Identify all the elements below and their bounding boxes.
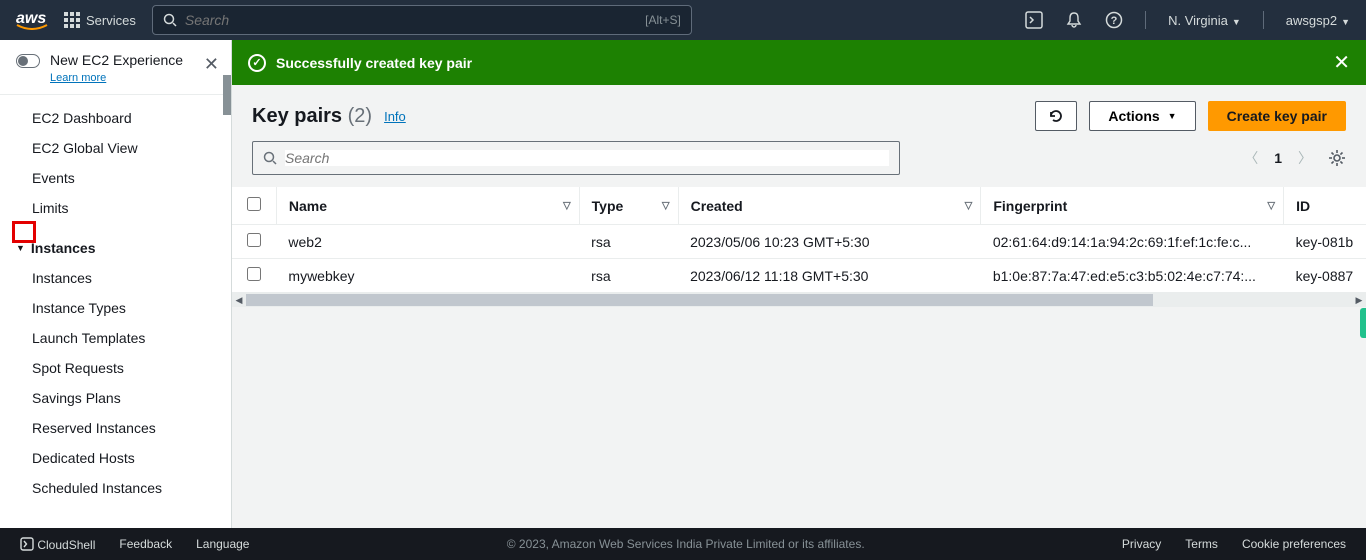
sidebar-item-limits[interactable]: Limits xyxy=(0,193,231,223)
page-title: Key pairs (2) xyxy=(252,105,372,128)
cell-type: rsa xyxy=(579,259,678,293)
drawer-handle[interactable] xyxy=(1360,308,1366,338)
sidebar-item-reserved-instances[interactable]: Reserved Instances xyxy=(0,413,231,443)
sidebar-item-instance-types[interactable]: Instance Types xyxy=(0,293,231,323)
col-header-fingerprint[interactable]: Fingerprint xyxy=(993,198,1067,214)
pagination: 〈 1 〉 xyxy=(1244,148,1346,168)
top-navigation: aws Services [Alt+S] ? N. Virginia▼ awsg… xyxy=(0,0,1366,40)
sidebar-item-instances[interactable]: Instances xyxy=(0,263,231,293)
col-header-name[interactable]: Name xyxy=(289,198,327,214)
cell-id: key-081b xyxy=(1284,225,1366,259)
row-checkbox[interactable] xyxy=(247,233,261,247)
sidebar-item-dashboard[interactable]: EC2 Dashboard xyxy=(0,103,231,133)
learn-more-link[interactable]: Learn more xyxy=(50,72,106,84)
region-selector[interactable]: N. Virginia▼ xyxy=(1168,13,1241,28)
copyright: © 2023, Amazon Web Services India Privat… xyxy=(507,537,865,551)
create-key-pair-button[interactable]: Create key pair xyxy=(1208,101,1346,131)
cell-name: mywebkey xyxy=(276,259,579,293)
sidebar-item-events[interactable]: Events xyxy=(0,163,231,193)
services-label: Services xyxy=(86,13,136,28)
terms-link[interactable]: Terms xyxy=(1185,537,1218,551)
table-filter[interactable] xyxy=(252,141,900,175)
sidebar: New EC2 Experience Learn more ✕ EC2 Dash… xyxy=(0,40,232,528)
sidebar-scrollbar-thumb[interactable] xyxy=(223,75,231,115)
settings-icon[interactable] xyxy=(1328,149,1346,167)
cloudshell-link[interactable]: CloudShell xyxy=(20,537,95,552)
prev-page-icon[interactable]: 〈 xyxy=(1244,148,1258,168)
close-icon[interactable]: ✕ xyxy=(204,54,219,75)
col-header-type[interactable]: Type xyxy=(592,198,624,214)
sidebar-item-scheduled-instances[interactable]: Scheduled Instances xyxy=(0,473,231,503)
refresh-button[interactable] xyxy=(1035,101,1077,131)
new-experience-toggle[interactable] xyxy=(16,54,40,68)
aws-logo[interactable]: aws xyxy=(16,10,48,30)
search-shortcut-hint: [Alt+S] xyxy=(645,13,681,27)
search-icon xyxy=(263,151,277,165)
row-checkbox[interactable] xyxy=(247,267,261,281)
feedback-link[interactable]: Feedback xyxy=(119,537,172,551)
success-banner: ✓ Successfully created key pair ✕ xyxy=(232,40,1366,85)
col-header-id[interactable]: ID xyxy=(1296,198,1310,214)
sort-icon[interactable]: ▽ xyxy=(1267,200,1275,211)
sidebar-item-savings-plans[interactable]: Savings Plans xyxy=(0,383,231,413)
account-menu[interactable]: awsgsp2▼ xyxy=(1286,13,1350,28)
sidebar-item-launch-templates[interactable]: Launch Templates xyxy=(0,323,231,353)
banner-close-icon[interactable]: ✕ xyxy=(1333,50,1350,75)
sort-icon[interactable]: ▽ xyxy=(563,200,571,211)
banner-text: Successfully created key pair xyxy=(276,55,472,71)
table-row[interactable]: web2 rsa 2023/05/06 10:23 GMT+5:30 02:61… xyxy=(232,225,1366,259)
cell-fingerprint: 02:61:64:d9:14:1a:94:2c:69:1f:ef:1c:fe:c… xyxy=(981,225,1284,259)
key-pairs-table: Name ▽ Type ▽ Created ▽ Fingerprint ▽ ID web… xyxy=(232,187,1366,293)
sidebar-item-spot-requests[interactable]: Spot Requests xyxy=(0,353,231,383)
cloudshell-icon[interactable] xyxy=(1025,11,1043,29)
help-icon[interactable]: ? xyxy=(1105,11,1123,29)
cell-name: web2 xyxy=(276,225,579,259)
svg-text:?: ? xyxy=(1111,15,1118,27)
cookies-link[interactable]: Cookie preferences xyxy=(1242,537,1346,551)
privacy-link[interactable]: Privacy xyxy=(1122,537,1161,551)
cloudshell-icon xyxy=(20,537,34,551)
new-experience-label: New EC2 Experience xyxy=(50,52,183,68)
scrollbar-thumb[interactable] xyxy=(246,294,1153,306)
global-search-input[interactable] xyxy=(185,12,637,28)
table-filter-input[interactable] xyxy=(285,150,889,166)
sidebar-item-dedicated-hosts[interactable]: Dedicated Hosts xyxy=(0,443,231,473)
next-page-icon[interactable]: 〉 xyxy=(1298,148,1312,168)
cell-created: 2023/06/12 11:18 GMT+5:30 xyxy=(678,259,981,293)
col-header-created[interactable]: Created xyxy=(691,198,743,214)
cell-fingerprint: b1:0e:87:7a:47:ed:e5:c3:b5:02:4e:c7:74:.… xyxy=(981,259,1284,293)
sort-icon[interactable]: ▽ xyxy=(965,200,973,211)
sidebar-item-global-view[interactable]: EC2 Global View xyxy=(0,133,231,163)
cell-type: rsa xyxy=(579,225,678,259)
cell-created: 2023/05/06 10:23 GMT+5:30 xyxy=(678,225,981,259)
services-menu[interactable]: Services xyxy=(64,12,136,28)
notifications-icon[interactable] xyxy=(1065,11,1083,29)
info-link[interactable]: Info xyxy=(384,109,406,124)
select-all-checkbox[interactable] xyxy=(247,197,261,211)
footer: CloudShell Feedback Language © 2023, Ama… xyxy=(0,528,1366,560)
actions-button[interactable]: Actions▼ xyxy=(1089,101,1195,131)
cell-id: key-0887 xyxy=(1284,259,1366,293)
search-icon xyxy=(163,13,177,27)
language-link[interactable]: Language xyxy=(196,537,249,551)
grid-icon xyxy=(64,12,80,28)
page-number: 1 xyxy=(1274,150,1282,166)
global-search[interactable]: [Alt+S] xyxy=(152,5,692,35)
sort-icon[interactable]: ▽ xyxy=(662,200,670,211)
refresh-icon xyxy=(1048,108,1064,124)
horizontal-scrollbar[interactable]: ◀ ▶ xyxy=(232,293,1366,307)
table-row[interactable]: mywebkey rsa 2023/06/12 11:18 GMT+5:30 b… xyxy=(232,259,1366,293)
success-check-icon: ✓ xyxy=(248,54,266,72)
new-experience-toggle-row: New EC2 Experience Learn more ✕ xyxy=(0,40,231,95)
highlight-box xyxy=(12,221,36,243)
